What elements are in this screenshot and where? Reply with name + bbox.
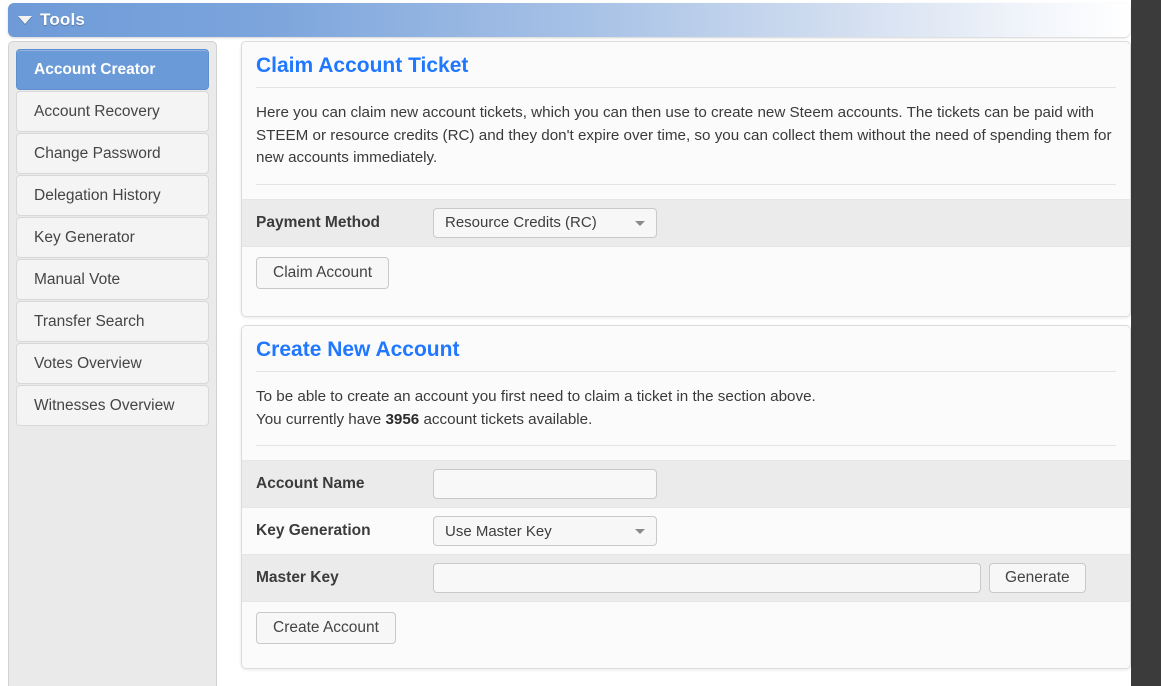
chevron-down-icon[interactable]: [635, 220, 645, 226]
key-generation-select[interactable]: Use Master Key: [433, 516, 657, 546]
sidebar-item-label: Account Creator: [34, 60, 156, 78]
chevron-down-icon[interactable]: [635, 529, 645, 534]
master-key-row: Master Key Generate: [242, 554, 1130, 601]
sidebar-item-label: Manual Vote: [34, 270, 121, 288]
sidebar-item-account-creator[interactable]: Account Creator: [16, 49, 209, 90]
tools-header-bar[interactable]: Tools: [8, 3, 1130, 37]
sidebar-item-change-password[interactable]: Change Password: [16, 133, 209, 174]
create-description-line1: To be able to create an account you firs…: [256, 388, 816, 405]
sidebar-item-transfer-search[interactable]: Transfer Search: [16, 301, 209, 342]
ticket-text-before: You currently have: [256, 410, 386, 428]
tools-title: Tools: [40, 10, 86, 29]
divider: [256, 445, 1116, 446]
sidebar-item-manual-vote[interactable]: Manual Vote: [16, 259, 209, 300]
payment-method-selected-value: Resource Credits (RC): [445, 214, 597, 231]
ticket-count: 3956: [385, 410, 420, 428]
app-root: Tools Account Creator Account Recovery C…: [0, 0, 1161, 686]
sidebar-item-votes-overview[interactable]: Votes Overview: [16, 343, 209, 384]
chevron-down-icon[interactable]: [18, 16, 32, 24]
payment-method-label: Payment Method: [242, 213, 428, 232]
payment-method-row: Payment Method Resource Credits (RC): [242, 198, 1130, 246]
sidebar-item-label: Change Password: [34, 144, 161, 162]
claim-description: Here you can claim new account tickets, …: [256, 104, 1112, 166]
key-generation-row: Key Generation Use Master Key: [242, 507, 1130, 554]
divider: [256, 183, 1116, 185]
claim-account-ticket-panel: Claim Account Ticket Here you can claim …: [241, 41, 1131, 317]
sidebar-item-delegation-history[interactable]: Delegation History: [16, 175, 209, 216]
panel-title: Claim Account Ticket: [256, 54, 469, 77]
claim-action-bar: Claim Account: [242, 245, 1130, 299]
create-account-button[interactable]: Create Account: [256, 612, 396, 644]
panel-title: Create New Account: [256, 338, 460, 361]
create-description-line2: You currently have 3956 account tickets …: [256, 409, 1116, 432]
key-generation-label: Key Generation: [256, 522, 371, 539]
right-gutter: [1131, 0, 1161, 686]
account-name-row: Account Name: [242, 460, 1130, 507]
account-name-field: [428, 469, 1130, 499]
sidebar-item-label: Transfer Search: [34, 312, 145, 330]
account-name-label: Account Name: [242, 475, 428, 493]
payment-method-field: Resource Credits (RC): [428, 207, 1130, 238]
claim-account-button[interactable]: Claim Account: [256, 256, 390, 289]
sidebar-item-witnesses-overview[interactable]: Witnesses Overview: [16, 385, 209, 426]
key-generation-selected-value: Use Master Key: [445, 522, 552, 540]
sidebar-item-key-generator[interactable]: Key Generator: [16, 217, 209, 258]
create-action-bar: Create Account: [242, 601, 1130, 654]
create-description: To be able to create an account you firs…: [242, 372, 1130, 445]
ticket-text-after: account tickets available.: [419, 410, 593, 428]
payment-method-select[interactable]: Resource Credits (RC): [433, 207, 657, 238]
master-key-input[interactable]: [433, 563, 981, 593]
sidebar: Account Creator Account Recovery Change …: [8, 41, 217, 686]
master-key-field: Generate: [428, 563, 1130, 593]
account-name-input[interactable]: [433, 469, 657, 499]
sidebar-item-label: Delegation History: [34, 186, 161, 204]
create-new-account-panel: Create New Account To be able to create …: [241, 325, 1131, 669]
sidebar-item-label: Witnesses Overview: [34, 396, 175, 414]
generate-button[interactable]: Generate: [989, 563, 1086, 593]
master-key-label: Master Key: [242, 569, 428, 587]
sidebar-item-account-recovery[interactable]: Account Recovery: [16, 91, 209, 132]
sidebar-item-label: Account Recovery: [34, 102, 160, 120]
key-generation-field: Use Master Key: [428, 516, 1130, 546]
sidebar-item-label: Votes Overview: [34, 354, 142, 372]
sidebar-item-label: Key Generator: [34, 228, 135, 246]
